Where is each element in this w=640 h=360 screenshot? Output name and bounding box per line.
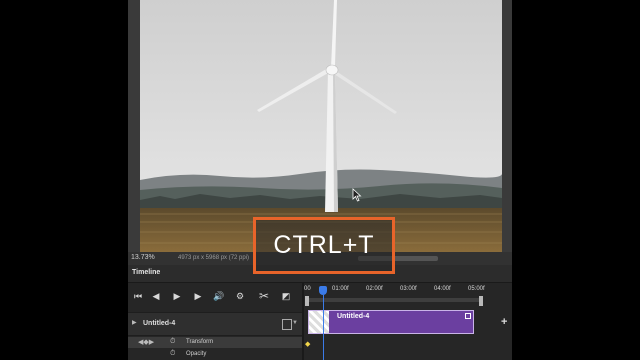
- playback-controls: ⏮ ◀ ▶ ▶ 🔊 ⚙ ✂ ◩: [128, 287, 300, 307]
- timeline-ruler[interactable]: 00 01:00f 02:00f 03:00f 04:00f 05:00f: [304, 283, 504, 297]
- playhead-line: [323, 295, 324, 360]
- step-back-icon[interactable]: ◀: [148, 287, 164, 305]
- playhead-handle[interactable]: [319, 286, 327, 295]
- clip-thumbnail: [309, 311, 329, 333]
- clip-title: Untitled-4: [337, 313, 370, 320]
- property-label: Transform: [186, 339, 214, 345]
- stopwatch-icon[interactable]: ⏱: [170, 350, 175, 358]
- gear-icon[interactable]: ⚙: [232, 287, 248, 305]
- video-clip[interactable]: Untitled-4: [308, 310, 474, 334]
- ruler-mark: 04:00f: [434, 286, 451, 292]
- layer-name: Untitled-4: [143, 320, 176, 327]
- scissors-icon[interactable]: ✂: [256, 287, 272, 305]
- property-row-transform[interactable]: ◀◆▶ ⏱ Transform: [128, 337, 302, 348]
- property-label: Opacity: [186, 351, 207, 357]
- mouse-cursor-icon: [352, 188, 362, 202]
- property-row-opacity[interactable]: ⏱ Opacity: [128, 349, 302, 360]
- layer-track-header[interactable]: ▶ Untitled-4 ▼: [128, 312, 302, 336]
- document-canvas[interactable]: [140, 0, 502, 252]
- skip-back-icon[interactable]: ⏮: [130, 287, 146, 305]
- play-icon[interactable]: ▶: [169, 287, 185, 305]
- work-area-bar[interactable]: [306, 298, 482, 302]
- left-toolbar: [128, 0, 140, 252]
- chevron-right-icon[interactable]: ▶: [132, 319, 137, 326]
- add-media-plus-icon[interactable]: +: [501, 316, 507, 328]
- wind-turbine-photo: [140, 0, 502, 252]
- chevron-down-icon[interactable]: ▼: [292, 320, 298, 326]
- shortcut-text: CTRL+T: [273, 231, 375, 259]
- shortcut-callout: CTRL+T: [253, 217, 395, 274]
- keyframe-diamond-icon[interactable]: ◆: [305, 340, 310, 348]
- work-area-start-handle[interactable]: [305, 296, 309, 306]
- ruler-mark: 00: [304, 286, 311, 292]
- right-panel-edge: [502, 0, 512, 252]
- speaker-icon[interactable]: 🔊: [211, 287, 227, 305]
- zoom-level[interactable]: 13.73%: [131, 254, 155, 261]
- clip-end-icon[interactable]: [465, 313, 471, 319]
- stopwatch-icon[interactable]: ⏱: [170, 338, 175, 346]
- ruler-mark: 03:00f: [400, 286, 417, 292]
- transition-icon[interactable]: ◩: [278, 287, 294, 305]
- work-area-end-handle[interactable]: [479, 296, 483, 306]
- ruler-mark: 05:00f: [468, 286, 485, 292]
- ruler-mark: 02:00f: [366, 286, 383, 292]
- film-icon[interactable]: [282, 319, 292, 330]
- timeline-title: Timeline: [132, 269, 161, 276]
- keyframe-nav-icon[interactable]: ◀◆▶: [138, 338, 154, 346]
- step-forward-icon[interactable]: ▶: [190, 287, 206, 305]
- ruler-mark: 01:00f: [332, 286, 349, 292]
- document-info: 4973 px x 5968 px (72 ppi): [178, 255, 250, 261]
